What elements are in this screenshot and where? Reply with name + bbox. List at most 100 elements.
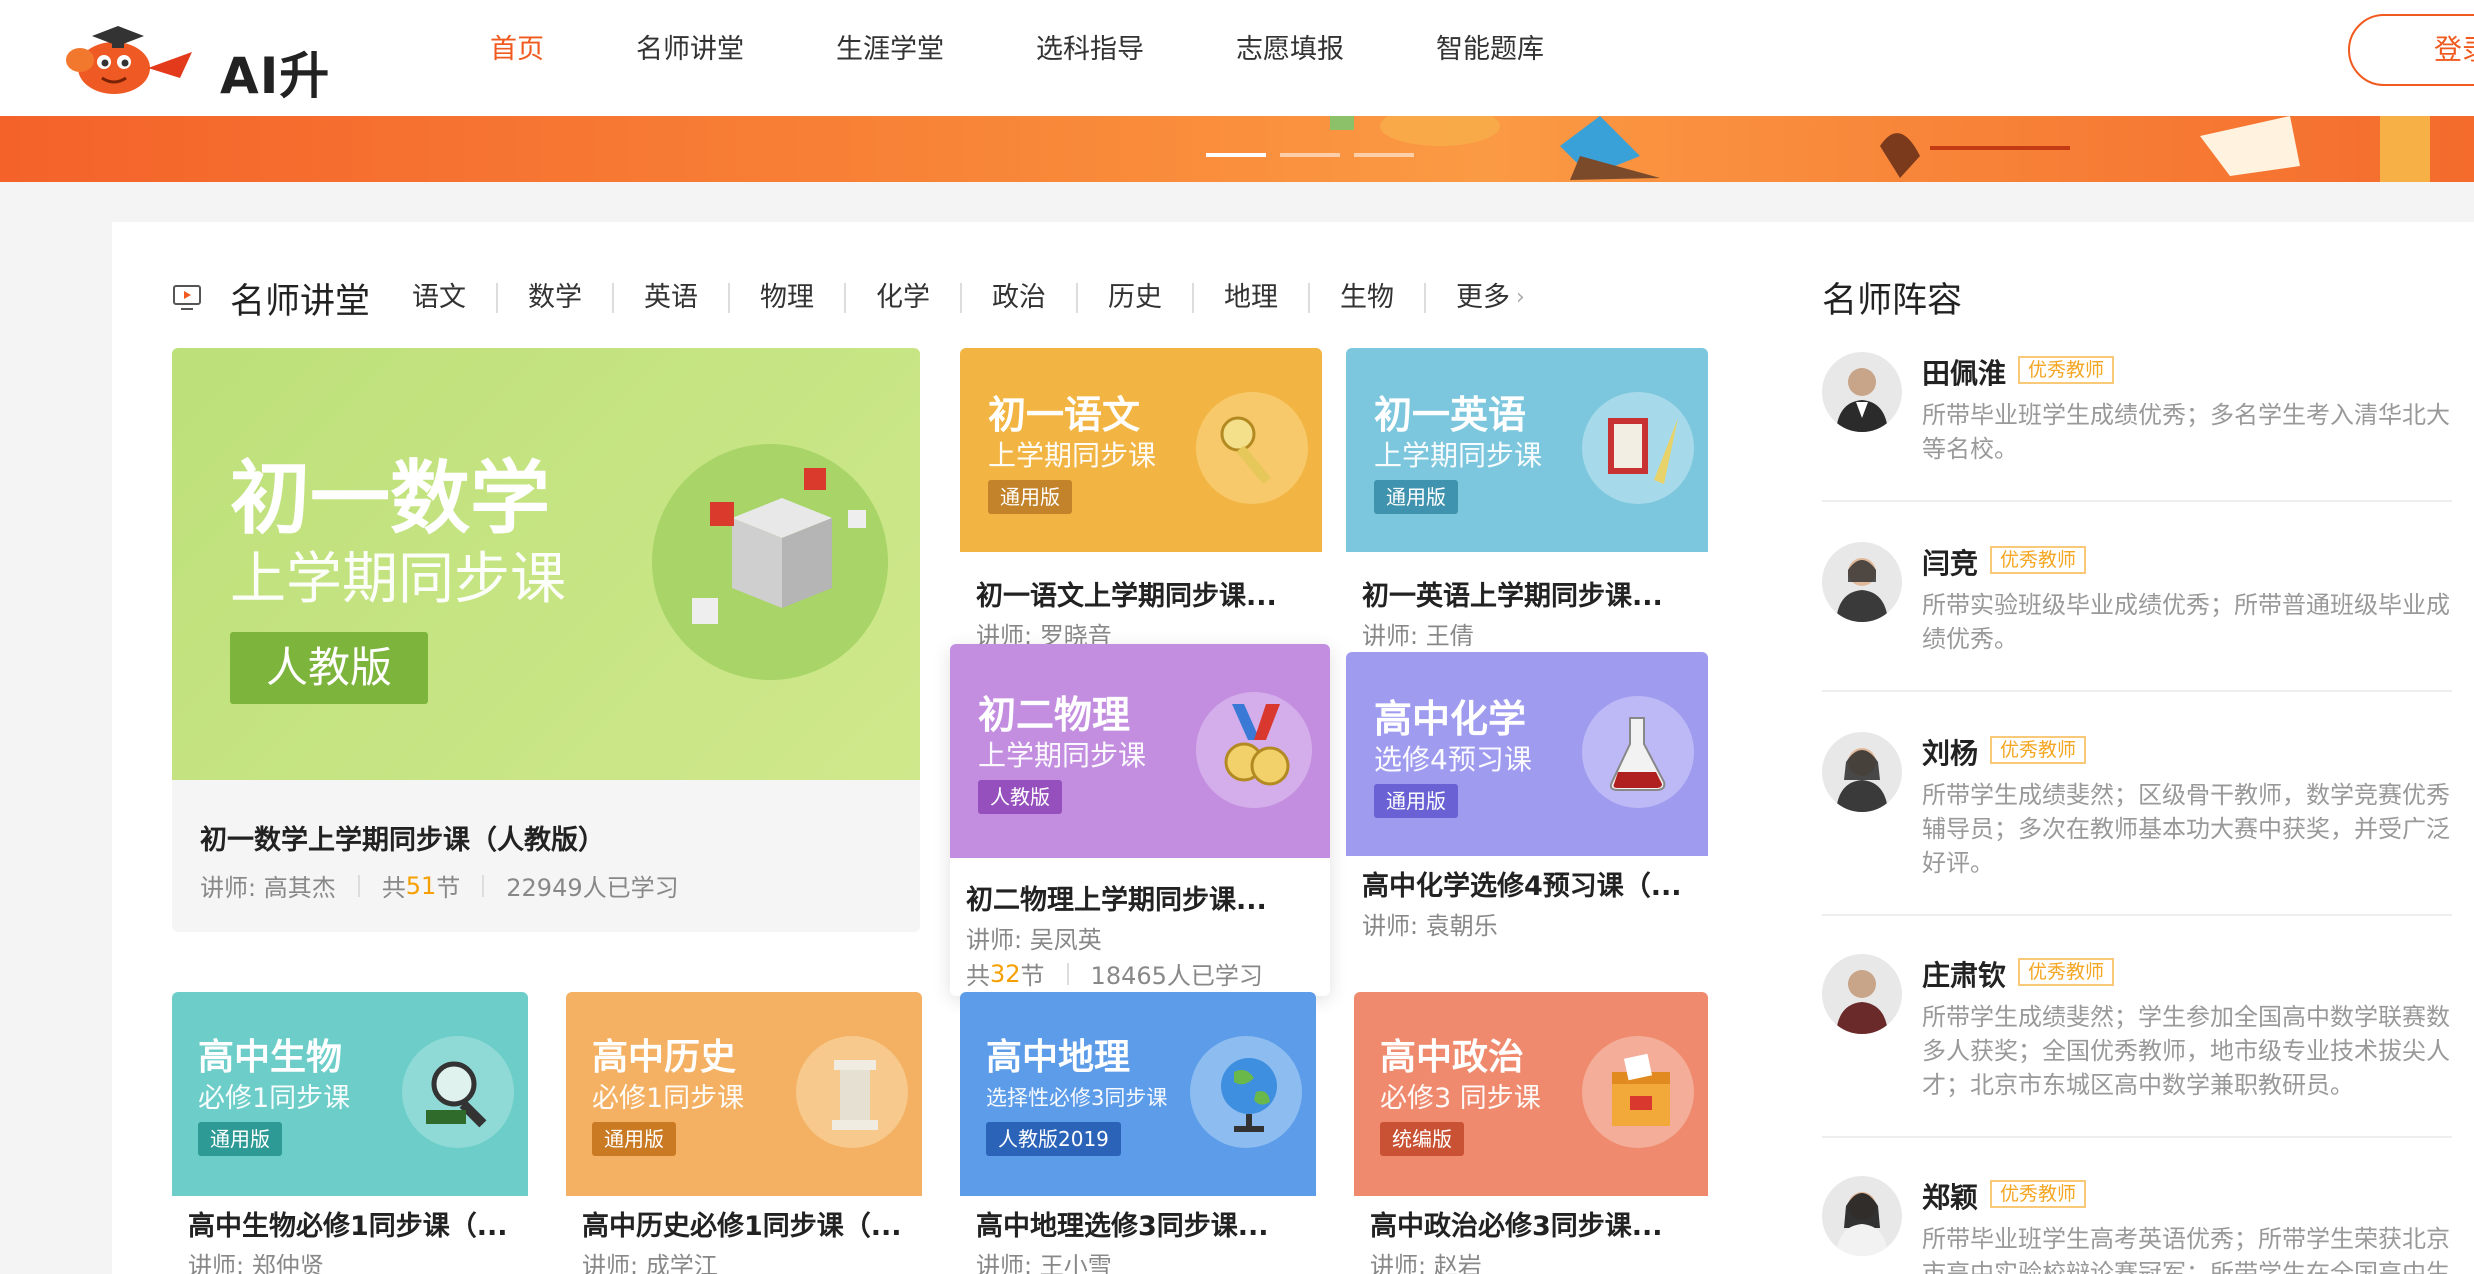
tab-english[interactable]: 英语: [614, 283, 731, 313]
lessons-prefix: 共: [966, 962, 990, 990]
nav-career[interactable]: 生涯学堂: [836, 0, 944, 100]
key-icon: [1220, 416, 1271, 485]
excellent-teacher-badge: 优秀教师: [2018, 356, 2115, 384]
cover-title: 高中政治: [1380, 1037, 1525, 1078]
tab-history[interactable]: 历史: [1078, 283, 1195, 313]
cover-badge: 通用版: [198, 1122, 282, 1156]
main-nav: 首页 名师讲堂 生涯学堂 选科指导 志愿填报 智能题库: [490, 0, 1636, 100]
top-header: AI升学宝 首页 名师讲堂 生涯学堂 选科指导 志愿填报 智能题库 登录: [0, 0, 2474, 177]
avatar: [1822, 732, 1902, 812]
avatar: [1822, 1176, 1902, 1256]
brand-logo[interactable]: AI升学宝: [52, 16, 372, 177]
nav-subject-selection[interactable]: 选科指导: [1036, 0, 1144, 100]
course-cover: 初一语文 上学期同步课 通用版: [960, 348, 1322, 552]
banner-dot-3[interactable]: [1354, 153, 1414, 157]
excellent-teacher-badge: 优秀教师: [1990, 546, 2087, 574]
course-teacher: 讲师: 王小雪: [976, 1252, 1112, 1274]
tab-biology[interactable]: 生物: [1310, 283, 1427, 313]
nav-famous-teachers[interactable]: 名师讲堂: [636, 0, 744, 100]
course-title: 高中地理选修3同步课...: [976, 1211, 1269, 1242]
lecture-section-header: 名师讲堂 语文 数学 英语 物理 化学 政治 历史 地理 生物 更多 ›: [172, 270, 1555, 326]
teacher-item[interactable]: 刘杨 优秀教师 所带学生成绩斐然；区级骨干教师，数学竞赛优秀辅导员；多次在教师基…: [1822, 732, 2452, 916]
teacher-item[interactable]: 田佩淮 优秀教师 所带毕业班学生成绩优秀；多名学生考入清华北大等名校。: [1822, 352, 2452, 502]
course-title: 高中历史必修1同步课（...: [582, 1211, 902, 1242]
tab-physics[interactable]: 物理: [730, 283, 847, 313]
cover-subtitle: 上学期同步课: [978, 739, 1147, 772]
mascot-icon: [66, 26, 192, 94]
avatar: [1822, 954, 1902, 1034]
lessons-suffix: 节: [436, 874, 461, 902]
teacher-name: 郑颖: [1922, 1181, 1979, 1214]
tab-politics[interactable]: 政治: [962, 283, 1079, 313]
hero-banner[interactable]: [0, 116, 2474, 182]
cover-subtitle: 必修3 同步课: [1380, 1083, 1541, 1114]
nav-home[interactable]: 首页: [490, 0, 544, 100]
teacher-description: 所带实验班级毕业成绩优秀；所带普通班级毕业成绩优秀。: [1922, 591, 2450, 653]
course-teacher: 讲师: 成学江: [582, 1252, 718, 1274]
teacher-description: 所带毕业班学生成绩优秀；多名学生考入清华北大等名校。: [1922, 401, 2450, 463]
course-cover: 高中地理 选择性必修3同步课 人教版2019: [960, 992, 1316, 1196]
learners-count: 22949人已学习: [506, 874, 679, 902]
tab-more[interactable]: 更多 ›: [1426, 283, 1555, 313]
course-card-history[interactable]: 高中历史 必修1同步课 通用版 高中历史必修1同步课（... 讲师: 成学江: [566, 992, 922, 1274]
course-card-biology[interactable]: 高中生物 必修1同步课 通用版 高中生物必修1同步课（... 讲师: 郑仲贤: [172, 992, 528, 1274]
course-title: 高中化学选修4预习课（...: [1362, 871, 1682, 902]
lessons-prefix: 共: [381, 874, 406, 902]
login-button[interactable]: 登录: [2348, 14, 2474, 86]
person-icon: [1836, 1192, 1888, 1256]
tab-geography[interactable]: 地理: [1194, 283, 1311, 313]
book-quill-icon: [1608, 418, 1678, 484]
cover-subtitle: 上学期同步课: [988, 439, 1157, 472]
teacher-description: 所带学生成绩斐然；学生参加全国高中数学联赛数多人获奖；全国优秀教师，地市级专业技…: [1922, 1003, 2450, 1099]
tab-chemistry[interactable]: 化学: [846, 283, 963, 313]
course-card-chemistry[interactable]: 高中化学 选修4预习课 通用版 高中化学选修4预习课（... 讲师: 袁朝乐: [1346, 652, 1708, 942]
cover-badge: 通用版: [988, 480, 1072, 514]
lessons-count: 51: [405, 871, 437, 900]
course-stats: 讲师: 高其杰 共 51 节 22949人已学习: [200, 868, 679, 903]
course-cover: 高中历史 必修1同步课 通用版: [566, 992, 922, 1196]
course-title: 初二物理上学期同步课...: [966, 885, 1267, 916]
cover-subtitle: 必修1同步课: [198, 1083, 351, 1114]
teacher-item[interactable]: 郑颖 优秀教师 所带毕业班学生高考英语优秀；所带学生荣获北京市高中实验校辩论赛冠…: [1822, 1176, 2452, 1274]
banner-dot-2[interactable]: [1280, 153, 1340, 157]
cover-title: 高中历史: [592, 1037, 737, 1078]
nav-application[interactable]: 志愿填报: [1236, 0, 1344, 100]
cover-title: 初一语文: [988, 393, 1141, 437]
course-title: 高中政治必修3同步课...: [1370, 1211, 1663, 1242]
course-title: 初一英语上学期同步课...: [1362, 581, 1663, 612]
course-teacher: 讲师: 吴凤英: [966, 926, 1102, 954]
cover-title: 初一数学: [230, 452, 550, 545]
course-cover: 初二物理 上学期同步课 人教版: [950, 644, 1330, 858]
teacher-item[interactable]: 闫竞 优秀教师 所带实验班级毕业成绩优秀；所带普通班级毕业成绩优秀。: [1822, 542, 2452, 692]
teacher-item[interactable]: 庄肃钦 优秀教师 所带学生成绩斐然；学生参加全国高中数学联赛数多人获奖；全国优秀…: [1822, 954, 2452, 1138]
course-card-politics[interactable]: 高中政治 必修3 同步课 统编版 高中政治必修3同步课... 讲师: 赵岩: [1354, 992, 1708, 1274]
course-teacher: 讲师: 赵岩: [1370, 1252, 1482, 1274]
course-card-english[interactable]: 初一英语 上学期同步课 通用版 初一英语上学期同步课... 讲师: 王倩: [1346, 348, 1708, 650]
cover-badge: 人教版: [978, 780, 1062, 814]
globe-icon: [1221, 1058, 1277, 1132]
course-cover: 高中化学 选修4预习课 通用版: [1346, 652, 1708, 856]
featured-course-card[interactable]: 初一数学 上学期同步课 人教版 初一数学上学期同步课（人教版） 讲师: 高其杰 …: [172, 348, 920, 932]
course-card-physics[interactable]: 初二物理 上学期同步课 人教版 初二物理上学期同步课... 讲师: 吴凤英 共3…: [950, 644, 1330, 996]
tab-math[interactable]: 数学: [498, 283, 615, 313]
cover-badge: 通用版: [1374, 784, 1458, 818]
lessons-suffix: 节: [1020, 962, 1045, 990]
cover-title: 高中生物: [198, 1037, 343, 1078]
teacher-name: 刘杨: [1922, 737, 1979, 770]
column-icon: [832, 1060, 878, 1130]
banner-illustration: [1330, 116, 2430, 182]
course-cover: 高中政治 必修3 同步课 统编版: [1354, 992, 1708, 1196]
nav-question-bank[interactable]: 智能题库: [1436, 0, 1544, 100]
course-cover: 高中生物 必修1同步课 通用版: [172, 992, 528, 1196]
tab-chinese[interactable]: 语文: [412, 283, 499, 313]
teacher-name: 田佩淮: [1922, 357, 2007, 390]
chevron-right-icon: ›: [1516, 285, 1525, 310]
course-card-geography[interactable]: 高中地理 选择性必修3同步课 人教版2019 高中地理选修3同步课... 讲师:…: [960, 992, 1316, 1274]
course-card-chinese[interactable]: 初一语文 上学期同步课 通用版 初一语文上学期同步课... 讲师: 罗晓音: [960, 348, 1322, 650]
cover-badge: 通用版: [1374, 480, 1458, 514]
ballot-box-icon: [1612, 1053, 1670, 1126]
section-title: 名师讲堂: [230, 281, 371, 322]
banner-dot-1[interactable]: [1206, 153, 1266, 157]
lessons-count: 32: [990, 959, 1021, 988]
cover-subtitle: 选修4预习课: [1374, 743, 1532, 776]
